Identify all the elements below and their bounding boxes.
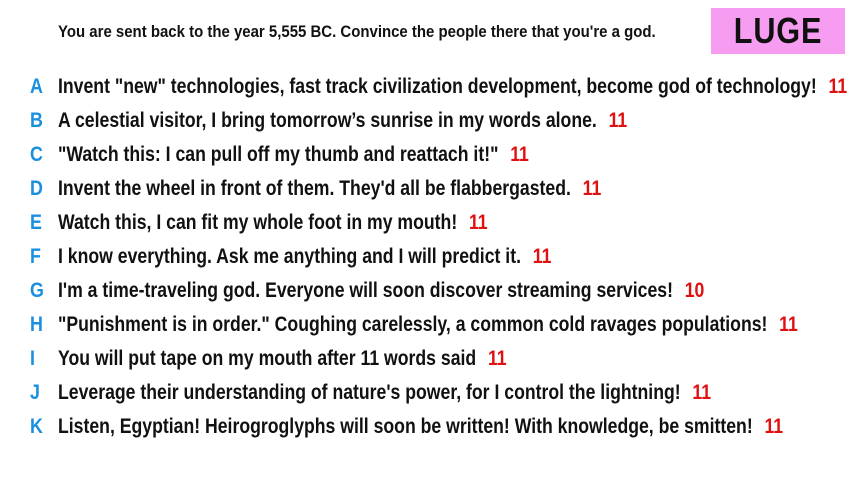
answer-text: I know everything. Ask me anything and I… [58, 245, 521, 268]
answer-text: A celestial visitor, I bring tomorrow’s … [58, 109, 597, 132]
answer-letter: D [30, 177, 43, 200]
answer-row-h[interactable]: H "Punishment is in order." Coughing car… [0, 308, 853, 342]
answer-score: 11 [764, 415, 784, 438]
category-badge-label: LUGE [733, 10, 823, 51]
answer-letter: H [30, 313, 43, 336]
answer-score: 11 [779, 313, 798, 336]
answer-score: 11 [468, 211, 488, 234]
answer-letter: G [30, 279, 44, 302]
answer-score: 11 [487, 347, 507, 370]
answer-letter: I [30, 347, 35, 370]
answer-text: Invent "new" technologies, fast track ci… [58, 75, 817, 98]
answer-text: Watch this, I can fit my whole foot in m… [58, 211, 458, 234]
answer-score: 11 [532, 245, 552, 268]
answer-text: Leverage their understanding of nature's… [58, 381, 681, 404]
answer-row-c[interactable]: C "Watch this: I can pull off my thumb a… [0, 138, 853, 172]
answer-row-f[interactable]: F I know everything. Ask me anything and… [0, 240, 853, 274]
category-badge: LUGE [711, 8, 845, 54]
answer-score: 11 [828, 75, 848, 98]
answer-text: You will put tape on my mouth after 11 w… [58, 347, 477, 370]
answer-letter: E [30, 211, 42, 234]
answer-text: "Watch this: I can pull off my thumb and… [58, 143, 499, 166]
answer-letter: B [30, 109, 43, 132]
question-prompt: You are sent back to the year 5,555 BC. … [58, 22, 656, 41]
answer-row-d[interactable]: D Invent the wheel in front of them. The… [0, 172, 853, 206]
answer-letter: F [30, 245, 41, 268]
answer-row-b[interactable]: B A celestial visitor, I bring tomorrow’… [0, 104, 853, 138]
answer-row-i[interactable]: I You will put tape on my mouth after 11… [0, 342, 853, 376]
answer-row-k[interactable]: K Listen, Egyptian! Heirogroglyphs will … [0, 410, 853, 444]
answer-score: 11 [582, 177, 602, 200]
answer-letter: K [30, 415, 43, 438]
answer-row-a[interactable]: A Invent "new" technologies, fast track … [0, 70, 853, 104]
answer-letter: A [30, 75, 43, 98]
answer-score: 10 [684, 279, 705, 302]
answer-score: 11 [608, 109, 628, 132]
answer-text: "Punishment is in order." Coughing carel… [58, 313, 768, 336]
answer-score: 11 [510, 143, 529, 166]
answer-row-e[interactable]: E Watch this, I can fit my whole foot in… [0, 206, 853, 240]
answer-letter: J [30, 381, 40, 404]
answer-text: Listen, Egyptian! Heirogroglyphs will so… [58, 415, 753, 438]
answer-score: 11 [692, 381, 712, 404]
answer-row-g[interactable]: G I'm a time-traveling god. Everyone wil… [0, 274, 853, 308]
answer-text: I'm a time-traveling god. Everyone will … [58, 279, 673, 302]
answer-text: Invent the wheel in front of them. They'… [58, 177, 571, 200]
answer-letter: C [30, 143, 43, 166]
answer-row-j[interactable]: J Leverage their understanding of nature… [0, 376, 853, 410]
